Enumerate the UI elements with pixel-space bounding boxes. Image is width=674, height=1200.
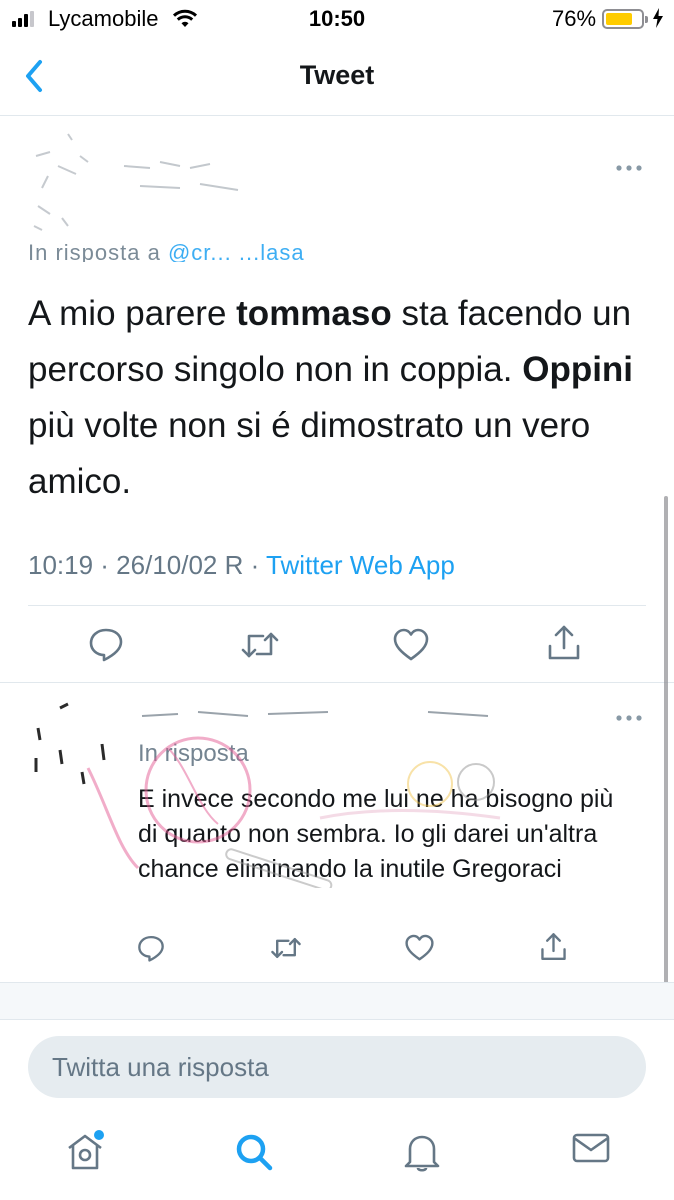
reply-actions <box>0 930 674 970</box>
obscured-avatar <box>34 702 106 785</box>
scrollbar[interactable] <box>664 496 668 1016</box>
status-bar: Lycamobile 10:50 76% <box>0 0 674 40</box>
like-icon[interactable] <box>393 628 429 662</box>
obscured-username <box>141 711 489 717</box>
more-options-icon[interactable] <box>614 162 644 174</box>
reply-to-line: In risposta <box>138 740 249 767</box>
reply-handle-link[interactable]: @cr... ...lasa <box>168 240 305 262</box>
share-icon[interactable] <box>539 932 568 962</box>
section-separator <box>0 982 674 1020</box>
reply-to-line: In risposta a @cr... ...lasa <box>28 240 305 262</box>
mentioned-name: Oppini <box>522 350 634 389</box>
compose-placeholder: Twitta una risposta <box>52 1052 269 1082</box>
reply-icon[interactable] <box>88 626 124 662</box>
obscured-username <box>123 161 239 191</box>
search-icon[interactable] <box>234 1132 274 1172</box>
retweet-icon[interactable] <box>240 628 280 662</box>
reply-compose-input[interactable]: Twitta una risposta <box>28 1036 646 1098</box>
reply-text: E invece secondo me lui ne ha bisogno pi… <box>138 785 614 883</box>
like-icon[interactable] <box>405 934 434 962</box>
mentioned-name: tommaso <box>236 294 392 333</box>
home-notification-dot <box>94 1130 104 1140</box>
tweet-timestamp: 10:19 · 26/10/02 R · <box>28 550 267 580</box>
navigation-bar: Tweet <box>0 40 674 116</box>
tweet-text-segment: più volte non si é dimostrato un vero am… <box>28 406 591 501</box>
reply-prefix: In risposta a <box>28 240 161 262</box>
obscured-avatar <box>33 133 89 231</box>
reply-icon[interactable] <box>137 934 165 962</box>
tweet-header: In risposta a @cr... ...lasa <box>0 116 674 266</box>
messages-icon[interactable] <box>572 1132 610 1164</box>
tab-bar <box>0 1112 674 1200</box>
tweet-meta: 10:19 · 26/10/02 R · Twitter Web App <box>28 550 455 581</box>
more-options-icon[interactable] <box>614 712 644 724</box>
divider <box>0 682 674 683</box>
page-title: Tweet <box>299 60 375 90</box>
charging-icon <box>653 8 663 28</box>
tweet-actions <box>0 622 674 672</box>
tweet-text: A mio parere tommaso sta facendo un perc… <box>28 286 648 510</box>
share-icon[interactable] <box>546 624 582 662</box>
battery-icon <box>602 9 648 29</box>
tweet-text-segment: A mio parere <box>28 294 237 333</box>
tweet-source-link[interactable]: Twitter Web App <box>266 550 455 580</box>
divider <box>28 605 646 606</box>
battery-percent: 76% <box>552 6 597 31</box>
notifications-icon[interactable] <box>404 1132 440 1172</box>
retweet-icon[interactable] <box>270 934 302 962</box>
